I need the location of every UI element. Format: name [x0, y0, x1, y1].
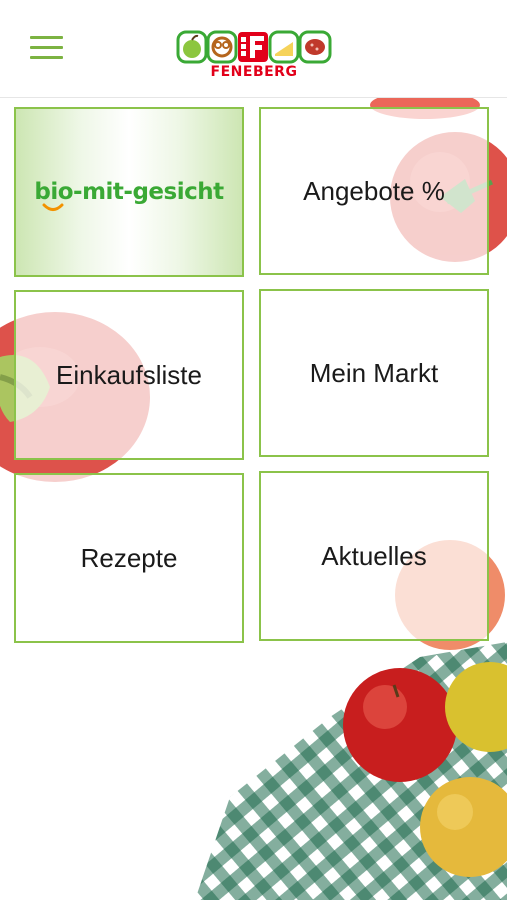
sausage-icon — [298, 30, 332, 64]
tile-angebote[interactable]: Angebote % — [259, 107, 489, 275]
bio-mit-gesicht-logo: bio-mit-gesicht — [34, 179, 224, 211]
tile-einkaufsliste-label: Einkaufsliste — [56, 359, 202, 390]
tile-aktuelles[interactable]: Aktuelles — [259, 471, 489, 641]
tile-bio-mit-gesicht[interactable]: bio-mit-gesicht — [14, 107, 244, 277]
tile-rezepte-label: Rezepte — [80, 542, 178, 573]
tile-angebote-label: Angebote % — [303, 175, 445, 206]
smile-icon — [42, 203, 64, 211]
feneberg-logo[interactable]: FENEBERG — [176, 30, 332, 82]
tile-rezepte[interactable]: Rezepte — [14, 473, 244, 643]
apple-icon — [176, 30, 208, 64]
tile-mein-markt[interactable]: Mein Markt — [259, 289, 489, 457]
app-header: FENEBERG — [0, 0, 507, 98]
tile-einkaufsliste[interactable]: Einkaufsliste — [14, 290, 244, 460]
hamburger-menu-icon[interactable] — [30, 36, 63, 60]
f-brand-icon — [238, 32, 268, 62]
pretzel-icon — [206, 30, 238, 64]
logo-icons — [176, 30, 332, 64]
tile-mein-markt-label: Mein Markt — [309, 357, 439, 388]
cheese-icon — [268, 30, 300, 64]
tile-aktuelles-label: Aktuelles — [321, 540, 427, 571]
logo-wordmark: FENEBERG — [210, 64, 298, 80]
